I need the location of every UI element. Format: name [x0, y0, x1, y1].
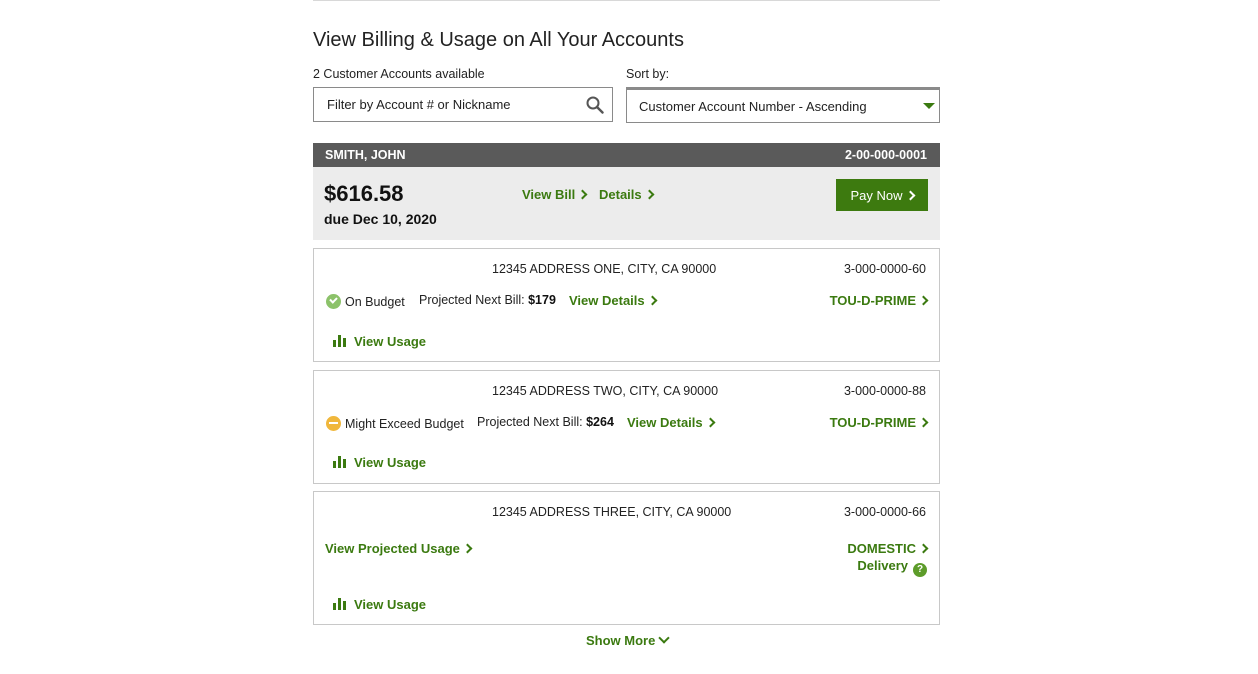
sort-selected-value: Customer Account Number - Ascending [639, 99, 867, 114]
service-agreement-card: 12345 ADDRESS TWO, CITY, CA 90000 3-000-… [313, 370, 940, 484]
details-label: Details [599, 187, 642, 202]
budget-status-label: On Budget [345, 295, 405, 309]
chevron-down-icon [923, 103, 935, 109]
details-link[interactable]: Details [599, 187, 655, 202]
rate-plan-label: DOMESTIC [847, 541, 916, 556]
projected-value: $264 [586, 415, 614, 429]
minus-circle-icon [326, 416, 341, 431]
service-agreement-card: 12345 ADDRESS ONE, CITY, CA 90000 3-000-… [313, 248, 940, 362]
rate-plan-link[interactable]: TOU-D-PRIME [829, 293, 929, 308]
projected-next-bill: Projected Next Bill: $264 [477, 415, 614, 429]
projected-label: Projected Next Bill: [419, 293, 525, 307]
accounts-available-count: 2 Customer Accounts available [313, 67, 485, 81]
amount-due: $616.58 [324, 181, 404, 206]
chevron-right-icon [462, 543, 473, 554]
page-title: View Billing & Usage on All Your Account… [313, 29, 684, 51]
rate-plan-link[interactable]: TOU-D-PRIME [829, 415, 929, 430]
top-divider [313, 0, 940, 1]
view-usage-label: View Usage [354, 597, 427, 612]
service-account-number: 3-000-0000-88 [843, 384, 926, 398]
projected-next-bill: Projected Next Bill: $179 [419, 293, 556, 307]
sort-label: Sort by: [626, 67, 670, 81]
search-icon[interactable] [586, 96, 604, 114]
account-header: SMITH, JOHN 2-00-000-0001 [313, 143, 940, 167]
chevron-right-icon [918, 417, 929, 428]
pay-now-button[interactable]: Pay Now [836, 179, 928, 211]
service-agreement-card: 12345 ADDRESS THREE, CITY, CA 90000 3-00… [313, 491, 940, 625]
service-address: 12345 ADDRESS TWO, CITY, CA 90000 [492, 384, 719, 398]
rate-plan-subtitle: Delivery? [857, 558, 927, 577]
view-usage-link[interactable]: View Usage [333, 334, 426, 349]
projected-value: $179 [528, 293, 556, 307]
view-bill-label: View Bill [522, 187, 576, 202]
view-bill-link[interactable]: View Bill [522, 187, 588, 202]
filter-input[interactable] [327, 97, 577, 112]
view-projected-usage-link[interactable]: View Projected Usage [325, 541, 473, 556]
account-summary: $616.58 due Dec 10, 2020 View Bill Detai… [313, 167, 940, 240]
budget-status: Might Exceed Budget [326, 416, 464, 431]
chevron-right-icon [647, 295, 658, 306]
budget-status: On Budget [326, 294, 405, 309]
budget-status-label: Might Exceed Budget [345, 417, 464, 431]
view-details-label: View Details [627, 415, 703, 430]
chevron-right-icon [577, 189, 588, 200]
bar-chart-icon [333, 597, 347, 610]
chevron-right-icon [918, 295, 929, 306]
view-usage-label: View Usage [354, 334, 427, 349]
service-account-number: 3-000-0000-66 [843, 505, 926, 519]
chevron-right-icon [905, 190, 915, 201]
pay-now-label: Pay Now [850, 188, 903, 203]
show-more-label: Show More [586, 633, 656, 648]
view-usage-link[interactable]: View Usage [333, 597, 426, 612]
service-account-number: 3-000-0000-60 [843, 262, 926, 276]
rate-plan-link[interactable]: DOMESTIC [847, 541, 929, 556]
chevron-right-icon [918, 543, 929, 554]
due-date: due Dec 10, 2020 [324, 211, 437, 227]
bar-chart-icon [333, 334, 347, 347]
service-address: 12345 ADDRESS THREE, CITY, CA 90000 [492, 505, 732, 519]
rate-plan-subtitle-label: Delivery [857, 558, 908, 573]
chevron-right-icon [644, 189, 655, 200]
view-projected-usage-label: View Projected Usage [325, 541, 460, 556]
check-circle-icon [326, 294, 341, 309]
help-icon[interactable]: ? [913, 563, 927, 577]
view-usage-link[interactable]: View Usage [333, 455, 426, 470]
projected-label: Projected Next Bill: [477, 415, 583, 429]
rate-plan-label: TOU-D-PRIME [829, 293, 916, 308]
view-usage-label: View Usage [354, 455, 427, 470]
filter-box [313, 87, 613, 122]
view-details-link[interactable]: View Details [627, 415, 716, 430]
show-more-link[interactable]: Show More [586, 632, 671, 648]
account-holder-name: SMITH, JOHN [325, 148, 406, 162]
chevron-right-icon [705, 417, 716, 428]
bar-chart-icon [333, 455, 347, 468]
account-number: 2-00-000-0001 [844, 148, 927, 162]
view-details-link[interactable]: View Details [569, 293, 658, 308]
sort-select[interactable]: Customer Account Number - Ascending [626, 87, 940, 123]
chevron-down-icon [658, 632, 671, 644]
view-details-label: View Details [569, 293, 645, 308]
service-address: 12345 ADDRESS ONE, CITY, CA 90000 [492, 262, 717, 276]
rate-plan-label: TOU-D-PRIME [829, 415, 916, 430]
